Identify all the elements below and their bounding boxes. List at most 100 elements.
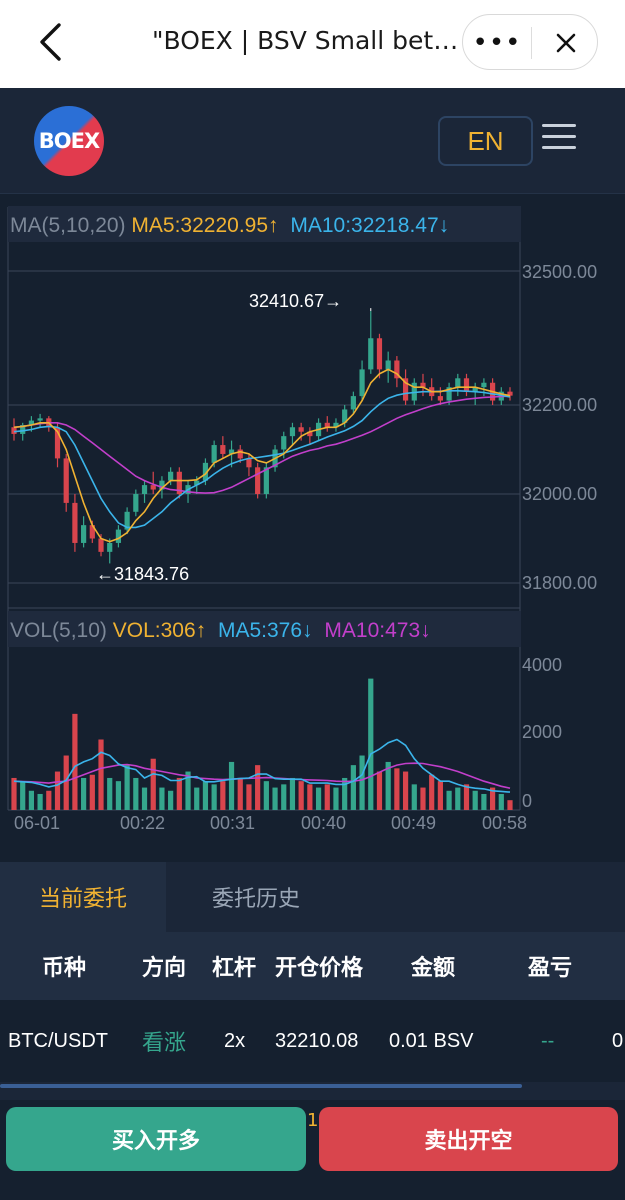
vol-tick: 0	[522, 791, 532, 811]
candle-body	[481, 382, 487, 388]
col-open-price: 开仓价格	[275, 956, 364, 981]
candle-body	[63, 458, 69, 503]
time-tick: 00:40	[301, 813, 346, 833]
volume-bar	[115, 781, 122, 810]
col-pnl: 盈亏	[528, 956, 573, 981]
volume-bar	[46, 790, 52, 810]
ma-legend-title: MA(5,10,20)	[10, 214, 126, 237]
volume-bar	[168, 790, 174, 810]
price-tick: 32200.00	[522, 395, 597, 415]
vol-legend-vol: VOL:306↑	[113, 619, 206, 642]
candle-body	[72, 502, 78, 543]
cell-pnl: --	[541, 1029, 555, 1052]
volume-bar	[333, 787, 339, 810]
hamburger-menu-button[interactable]	[542, 124, 578, 152]
close-icon	[556, 33, 575, 53]
volume-bar	[307, 784, 313, 810]
page-title: "BOEX | BSV Small bet | BSV Betting | Bi…	[152, 26, 462, 55]
candle-body	[168, 471, 174, 481]
close-button[interactable]	[532, 15, 599, 71]
volume-bar	[237, 777, 243, 810]
ma-legend: MA(5,10,20) MA5:32220.95↑ MA10:32218.47↓	[10, 214, 449, 237]
cell-leverage: 2x	[224, 1029, 246, 1052]
volume-bar	[63, 755, 69, 810]
volume-bar	[368, 678, 374, 810]
cell-amount: 0.01 BSV	[389, 1029, 474, 1052]
volume-bar	[176, 777, 182, 810]
candle-body	[455, 378, 461, 388]
horizontal-scrollbar[interactable]	[0, 1084, 522, 1088]
col-leverage: 杠杆	[212, 956, 257, 981]
candle-body	[255, 467, 261, 494]
volume-bar	[350, 765, 356, 810]
candle-body	[246, 458, 252, 468]
volume-bar	[472, 790, 478, 810]
candle-body	[368, 338, 374, 370]
boex-logo: BOEX	[34, 106, 104, 176]
volume-bar	[394, 768, 400, 810]
volume-bar	[72, 713, 78, 810]
language-button[interactable]: EN	[438, 116, 533, 166]
volume-bar	[141, 787, 148, 810]
vol-ma10-line	[13, 762, 511, 789]
volume-bar	[54, 771, 61, 810]
volume-bar	[263, 781, 269, 810]
buy-long-button[interactable]: 买入开多	[6, 1107, 306, 1171]
volume-bar	[98, 739, 104, 810]
ma10-legend: MA10:32218.47↓	[290, 214, 449, 237]
volume-bar	[255, 765, 261, 810]
volume-bar	[463, 784, 470, 810]
candle-body	[281, 436, 287, 450]
candle-body	[437, 396, 443, 401]
candle-body	[98, 538, 104, 552]
volume-bar	[28, 790, 35, 810]
volume-bar	[455, 787, 461, 810]
time-tick: 00:31	[210, 813, 255, 833]
volume-bar	[498, 793, 504, 810]
volume-bar	[446, 790, 452, 810]
candle-body	[385, 360, 391, 370]
tab-order-history[interactable]: 委托历史	[166, 862, 346, 932]
candle-body	[81, 525, 87, 543]
volume-bar	[411, 784, 417, 810]
candle-body	[115, 529, 122, 543]
time-tick: 00:58	[482, 813, 527, 833]
volume-bar	[298, 781, 304, 810]
cell-symbol: BTC/USDT	[8, 1029, 108, 1052]
tab-current-orders[interactable]: 当前委托	[0, 862, 166, 932]
sell-short-button[interactable]: 卖出开空	[319, 1107, 618, 1171]
app-header: BOEX EN	[0, 88, 625, 194]
volume-bar	[220, 781, 226, 810]
volume-bar	[246, 784, 252, 810]
candle-body	[107, 542, 113, 552]
more-button[interactable]: •••	[463, 15, 531, 71]
volume-bar	[324, 784, 330, 810]
volume-bar	[133, 777, 139, 810]
price-tick: 32000.00	[522, 484, 597, 504]
ma5-legend: MA5:32220.95↑	[131, 214, 278, 237]
time-tick: 06-01	[14, 813, 60, 833]
volume-bar	[211, 784, 217, 810]
menu-line	[542, 135, 576, 138]
volume-bar	[402, 771, 409, 810]
candle-body	[220, 445, 226, 454]
chevron-left-icon	[40, 23, 61, 61]
volume-bar	[81, 777, 87, 810]
table-row[interactable]: BTC/USDT 看涨 2x 32210.08 0.01 BSV -- 0	[0, 1000, 625, 1082]
price-tick: 31800.00	[522, 573, 597, 593]
volume-bar	[359, 755, 365, 810]
menu-line	[542, 146, 576, 149]
back-button[interactable]	[30, 20, 70, 64]
kline-chart[interactable]: MA(5,10,20) MA5:32220.95↑ MA10:32218.47↓…	[0, 195, 625, 855]
ma5-line	[13, 368, 511, 543]
vol-legend-title: VOL(5,10)	[10, 619, 107, 642]
volume-bar	[437, 781, 443, 810]
candle-body	[289, 427, 296, 437]
candle-body	[359, 369, 365, 397]
volume-bar	[420, 787, 426, 810]
time-tick: 00:49	[391, 813, 436, 833]
candle-body	[133, 494, 139, 512]
candle-body	[298, 427, 304, 432]
candle-body	[350, 396, 356, 410]
volume-bar	[202, 781, 209, 810]
